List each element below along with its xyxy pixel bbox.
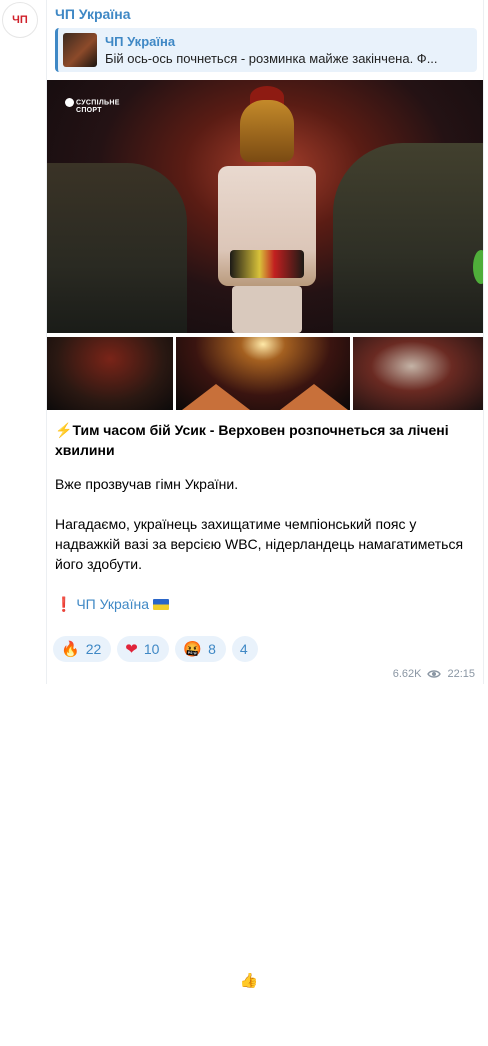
reaction-count: 4: [239, 641, 248, 657]
reply-snippet: Бій ось-ось почнеться - розминка майже з…: [105, 50, 438, 66]
reply-thumbnail: [63, 33, 97, 67]
post-paragraph-1: Вже прозвучав гімн України.: [55, 476, 239, 492]
eye-icon: [427, 669, 442, 679]
message-meta: 6.62K 22:15: [393, 668, 475, 680]
gallery-thumb-2[interactable]: [176, 337, 350, 410]
timestamp: 22:15: [447, 668, 475, 680]
message-bubble: ЧП Україна ЧП Україна Бій ось-ось почнет…: [46, 0, 484, 988]
reactions-bar: 🔥 22 ❤ 10 🤬 8 👍 4: [53, 636, 259, 988]
reaction-count: 22: [85, 641, 102, 657]
avatar-text: ЧП: [12, 14, 28, 26]
heart-icon: ❤: [125, 640, 138, 658]
reaction-fire[interactable]: 🔥 22: [53, 636, 112, 662]
sender-name[interactable]: ЧП Україна: [55, 6, 131, 22]
exclamation-icon: ❗: [55, 596, 73, 612]
post-paragraph-2: Нагадаємо, українець захищатиме чемпіонс…: [55, 516, 464, 572]
side-handle: [473, 250, 483, 284]
angry-face-icon: 🤬: [183, 640, 203, 658]
fighter-figure: [212, 86, 322, 333]
reaction-count: 8: [208, 641, 216, 657]
gallery-thumb-3[interactable]: [353, 337, 483, 410]
post-signature: ❗ ЧП Україна: [55, 594, 479, 614]
crowd-right: [333, 143, 483, 333]
gallery-thumb-1[interactable]: [47, 337, 173, 410]
main-photo[interactable]: СУСПІЛЬНЕ СПОРТ: [47, 80, 483, 333]
crowd-left: [47, 163, 187, 333]
thumbs-up-icon: 👍: [239, 973, 259, 989]
broadcaster-watermark: СУСПІЛЬНЕ СПОРТ: [65, 98, 120, 115]
channel-link[interactable]: ЧП Україна: [76, 596, 149, 612]
reaction-angry[interactable]: 🤬 8: [175, 636, 226, 662]
reply-sender: ЧП Україна: [105, 33, 176, 49]
reaction-thumbs-up[interactable]: 👍 4: [231, 636, 259, 988]
reaction-count: 10: [143, 641, 160, 657]
channel-avatar[interactable]: ЧП: [2, 2, 38, 38]
bolt-icon: ⚡: [55, 422, 73, 438]
view-count: 6.62K: [392, 668, 422, 680]
fire-icon: 🔥: [61, 640, 80, 658]
reply-preview[interactable]: ЧП Україна Бій ось-ось почнеться - розми…: [55, 28, 477, 72]
ukraine-flag-icon: [152, 599, 169, 610]
reaction-heart[interactable]: ❤ 10: [117, 636, 170, 662]
post-headline: ⚡Тим часом бій Усик - Верховен розпочнет…: [55, 422, 449, 458]
post-body: ⚡Тим часом бій Усик - Верховен розпочнет…: [55, 420, 479, 614]
